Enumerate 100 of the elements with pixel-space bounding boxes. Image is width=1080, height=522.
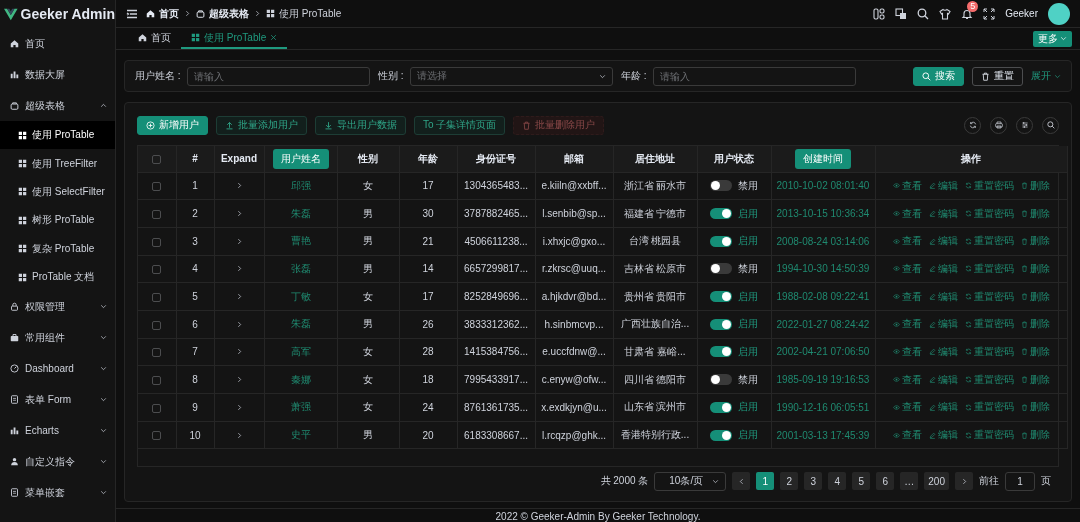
page-button[interactable]: 3 bbox=[804, 472, 823, 490]
action-link[interactable]: 删除 bbox=[1020, 261, 1050, 276]
checkbox[interactable] bbox=[152, 209, 162, 219]
action-link[interactable]: 查看 bbox=[892, 234, 922, 249]
action-link[interactable]: 查看 bbox=[892, 261, 922, 276]
submenu-item[interactable]: 使用 ProTable bbox=[0, 121, 115, 150]
page-button[interactable]: 4 bbox=[828, 472, 847, 490]
action-link[interactable]: 删除 bbox=[1020, 289, 1050, 304]
action-link[interactable]: 删除 bbox=[1020, 206, 1050, 221]
avatar[interactable] bbox=[1048, 2, 1070, 25]
action-link[interactable]: 重置密码 bbox=[964, 178, 1014, 193]
toggle-switch[interactable] bbox=[710, 180, 732, 192]
toggle-switch[interactable] bbox=[710, 401, 732, 413]
bell-icon[interactable] bbox=[961, 7, 974, 20]
search-button[interactable]: 搜索 bbox=[913, 66, 964, 86]
page-button[interactable]: 6 bbox=[876, 472, 895, 490]
action-link[interactable]: 查看 bbox=[892, 178, 922, 193]
action-link[interactable]: 编辑 bbox=[928, 206, 958, 221]
toggle-switch[interactable] bbox=[710, 208, 732, 220]
chevron-right-icon[interactable] bbox=[235, 376, 243, 384]
action-link[interactable]: 查看 bbox=[892, 428, 922, 443]
action-link[interactable]: 编辑 bbox=[928, 372, 958, 387]
input-field[interactable]: 请输入 bbox=[186, 66, 370, 86]
checkbox[interactable] bbox=[152, 237, 162, 247]
chevron-right-icon[interactable] bbox=[235, 210, 243, 218]
menu-item[interactable]: Echarts bbox=[0, 415, 115, 447]
chevron-right-icon[interactable] bbox=[235, 348, 243, 356]
checkbox[interactable] bbox=[152, 155, 162, 165]
action-link[interactable]: 删除 bbox=[1020, 178, 1050, 193]
toggle-switch[interactable] bbox=[710, 235, 732, 247]
action-link[interactable]: 查看 bbox=[892, 344, 922, 359]
action-link[interactable]: 查看 bbox=[892, 289, 922, 304]
toolbar-button[interactable]: To 子集详情页面 bbox=[414, 115, 506, 135]
page-button[interactable]: 200 bbox=[924, 472, 949, 490]
breadcrumb-item[interactable]: 首页 bbox=[146, 6, 179, 21]
action-link[interactable]: 编辑 bbox=[928, 317, 958, 332]
user-name[interactable]: Geeker bbox=[1005, 8, 1038, 19]
page-size-select[interactable]: 10条/页 bbox=[654, 471, 727, 491]
action-link[interactable]: 删除 bbox=[1020, 234, 1050, 249]
checkbox[interactable] bbox=[152, 320, 162, 330]
action-link[interactable]: 重置密码 bbox=[964, 234, 1014, 249]
chevron-right-icon[interactable] bbox=[235, 293, 243, 301]
chevron-right-icon[interactable] bbox=[235, 237, 243, 245]
action-link[interactable]: 查看 bbox=[892, 206, 922, 221]
action-link[interactable]: 查看 bbox=[892, 400, 922, 415]
breadcrumb-item[interactable]: 超级表格 bbox=[196, 6, 249, 21]
translate-icon[interactable] bbox=[895, 7, 908, 20]
menu-item[interactable]: 自定义指令 bbox=[0, 446, 115, 478]
page-input[interactable]: 1 bbox=[1005, 471, 1035, 491]
action-link[interactable]: 删除 bbox=[1020, 344, 1050, 359]
action-link[interactable]: 重置密码 bbox=[964, 372, 1014, 387]
chevron-right-icon[interactable] bbox=[235, 431, 243, 439]
fullscreen-icon[interactable] bbox=[983, 7, 996, 20]
action-link[interactable]: 删除 bbox=[1020, 428, 1050, 443]
shirt-icon[interactable] bbox=[939, 7, 952, 20]
checkbox[interactable] bbox=[152, 376, 162, 385]
toggle-switch[interactable] bbox=[710, 291, 732, 303]
action-link[interactable]: 重置密码 bbox=[964, 344, 1014, 359]
page-button[interactable]: 5 bbox=[852, 472, 871, 490]
column-header-button[interactable]: 创建时间 bbox=[795, 148, 851, 169]
toggle-switch[interactable] bbox=[710, 318, 732, 330]
chevron-right-icon[interactable] bbox=[235, 182, 243, 190]
more-button[interactable]: 更多 bbox=[1033, 30, 1072, 47]
action-link[interactable]: 编辑 bbox=[928, 289, 958, 304]
page-button[interactable]: 1 bbox=[756, 472, 775, 490]
action-link[interactable]: 删除 bbox=[1020, 400, 1050, 415]
checkbox[interactable] bbox=[152, 182, 162, 192]
action-link[interactable]: 重置密码 bbox=[964, 428, 1014, 443]
action-link[interactable]: 编辑 bbox=[928, 344, 958, 359]
action-link[interactable]: 重置密码 bbox=[964, 261, 1014, 276]
toolbar-button[interactable]: 新增用户 bbox=[137, 115, 208, 135]
menu-item[interactable]: 超级表格 bbox=[0, 90, 115, 121]
menu-icon[interactable] bbox=[126, 7, 138, 20]
action-link[interactable]: 删除 bbox=[1020, 317, 1050, 332]
tab[interactable]: 使用 ProTable bbox=[181, 28, 288, 49]
toggle-switch[interactable] bbox=[710, 429, 732, 441]
checkbox[interactable] bbox=[152, 431, 162, 441]
close-icon[interactable] bbox=[270, 34, 278, 41]
action-link[interactable]: 重置密码 bbox=[964, 317, 1014, 332]
chevron-right-icon[interactable] bbox=[235, 320, 243, 328]
toolbar-button[interactable]: 批量添加用户 bbox=[216, 115, 307, 135]
toggle-switch[interactable] bbox=[710, 346, 732, 358]
toolbar-button[interactable]: 导出用户数据 bbox=[315, 115, 406, 135]
menu-item[interactable]: 菜单嵌套 bbox=[0, 477, 115, 509]
action-link[interactable]: 重置密码 bbox=[964, 400, 1014, 415]
chevron-right-icon[interactable] bbox=[235, 403, 243, 411]
submenu-item[interactable]: ProTable 文档 bbox=[0, 262, 115, 292]
search-icon[interactable] bbox=[917, 7, 930, 20]
action-link[interactable]: 编辑 bbox=[928, 234, 958, 249]
expand-link[interactable]: 展开 bbox=[1031, 69, 1061, 83]
toggle-switch[interactable] bbox=[710, 374, 732, 386]
input-field[interactable]: 请输入 bbox=[652, 66, 856, 86]
checkbox[interactable] bbox=[152, 265, 162, 275]
action-link[interactable]: 删除 bbox=[1020, 372, 1050, 387]
layout-icon[interactable] bbox=[873, 7, 886, 20]
menu-item[interactable]: Dashboard bbox=[0, 353, 115, 385]
menu-item[interactable]: 表单 Form bbox=[0, 384, 115, 416]
action-link[interactable]: 查看 bbox=[892, 372, 922, 387]
menu-item[interactable]: 权限管理 bbox=[0, 291, 115, 323]
menu-item[interactable]: 常用组件 bbox=[0, 322, 115, 354]
